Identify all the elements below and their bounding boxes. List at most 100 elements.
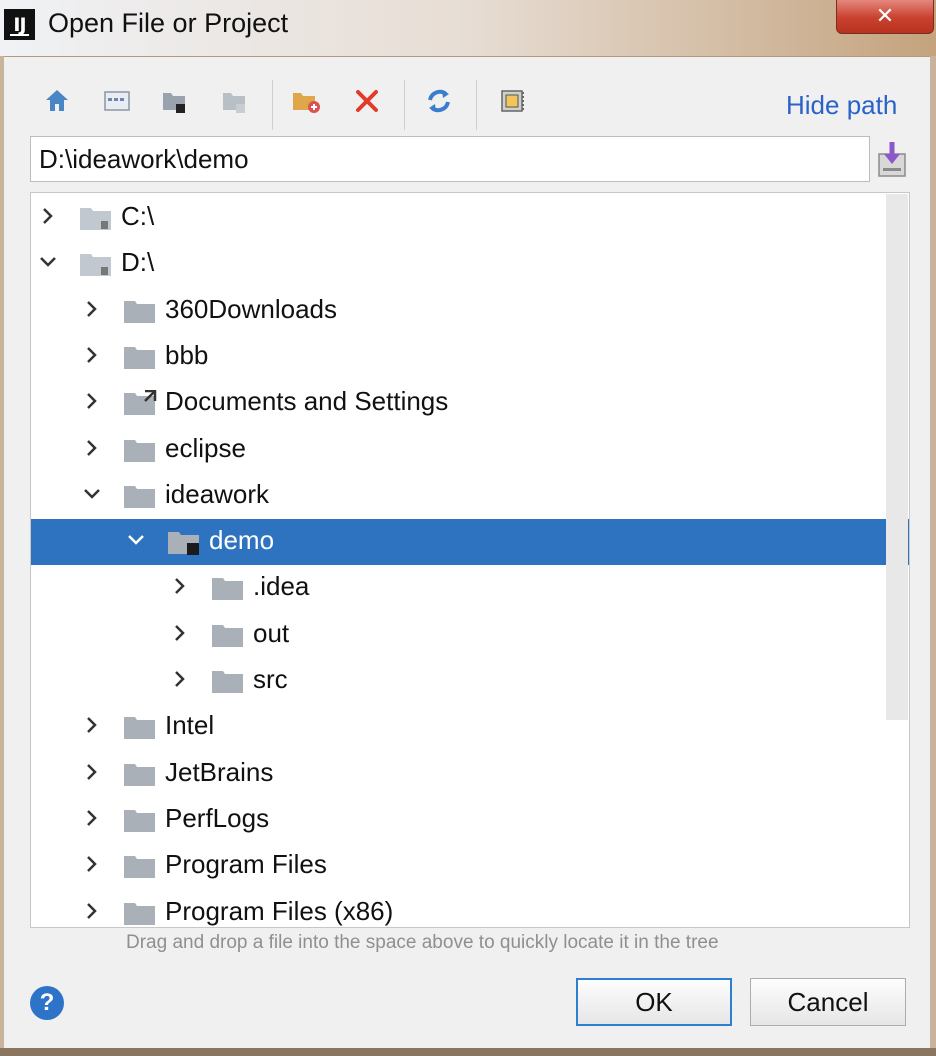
chevron-right-icon[interactable] (169, 622, 191, 644)
folder-icon (124, 903, 155, 925)
drag-drop-hint: Drag and drop a file into the space abov… (126, 932, 719, 953)
chevron-down-icon[interactable] (81, 483, 103, 505)
toolbar-separator (476, 80, 477, 130)
tree-row[interactable]: ideawork (31, 473, 909, 519)
tree-row[interactable]: Program Files (x86) (31, 890, 909, 927)
module-folder-button[interactable] (218, 84, 252, 118)
delete-icon (356, 90, 378, 112)
tree-row[interactable]: eclipse (31, 427, 909, 473)
window-frame-right (930, 56, 936, 1056)
window-frame-bottom (0, 1048, 936, 1056)
show-hidden-icon (501, 90, 524, 112)
folder-icon (212, 671, 243, 693)
desktop-button[interactable] (100, 84, 134, 118)
chevron-down-icon[interactable] (37, 251, 59, 273)
tree-item-label: Program Files (x86) (165, 896, 394, 926)
tree-row[interactable]: D:\ (31, 241, 909, 287)
title-bar: IJ Open File or Project ✕ (0, 0, 936, 57)
tree-row[interactable]: out (31, 612, 909, 658)
tree-row[interactable]: src (31, 658, 909, 704)
module-folder-icon (223, 93, 245, 113)
tree-item-label: C:\ (121, 201, 155, 231)
tree-row[interactable]: C:\ (31, 195, 909, 241)
chevron-right-icon[interactable] (37, 205, 59, 227)
tree-item-label: out (253, 618, 290, 648)
chevron-right-icon[interactable] (81, 900, 103, 922)
folder-icon (212, 578, 243, 600)
folder-icon (124, 486, 155, 508)
toolbar-separator (272, 80, 273, 130)
folder-icon (124, 764, 155, 786)
chevron-right-icon[interactable] (169, 668, 191, 690)
tree-item-label: Program Files (165, 849, 327, 879)
tree-row[interactable]: Intel (31, 704, 909, 750)
chevron-down-icon[interactable] (125, 529, 147, 551)
tree-item-label: Documents and Settings (165, 386, 449, 416)
project-folder-icon (163, 93, 185, 113)
tree-row[interactable]: PerfLogs (31, 797, 909, 843)
file-tree[interactable]: C:\ D:\ 360Downloads bbb Documents and Setti… (30, 192, 910, 928)
tree-item-label: src (253, 664, 288, 694)
tree-item-label: 360Downloads (165, 294, 338, 324)
tree-item-label: .idea (253, 571, 310, 601)
cancel-button[interactable]: Cancel (750, 978, 906, 1026)
new-folder-button[interactable] (290, 84, 324, 118)
folder-icon (124, 347, 155, 369)
tree-row[interactable]: demo (31, 519, 909, 565)
tree-item-label: eclipse (165, 433, 246, 463)
folder-icon (124, 301, 155, 323)
tree-row[interactable]: JetBrains (31, 751, 909, 797)
chevron-right-icon[interactable] (81, 807, 103, 829)
drive-icon (80, 254, 111, 276)
desktop-icon (104, 91, 130, 111)
chevron-right-icon[interactable] (169, 575, 191, 597)
folder-link-icon (124, 390, 157, 415)
folder-icon (124, 440, 155, 462)
chevron-right-icon[interactable] (81, 853, 103, 875)
home-icon (46, 90, 68, 111)
folder-icon (212, 625, 243, 647)
tree-item-label: bbb (165, 340, 209, 370)
hide-path-link[interactable]: Hide path (786, 90, 897, 121)
path-input[interactable] (30, 136, 870, 182)
intellij-logo-icon: IJ (4, 9, 35, 40)
folder-icon (124, 717, 155, 739)
drive-icon (80, 208, 111, 230)
delete-button[interactable] (350, 84, 384, 118)
chevron-right-icon[interactable] (81, 761, 103, 783)
chevron-right-icon[interactable] (81, 714, 103, 736)
ok-button[interactable]: OK (576, 978, 732, 1026)
project-folder-icon (168, 532, 199, 555)
chevron-right-icon[interactable] (81, 437, 103, 459)
download-icon[interactable] (876, 140, 908, 178)
toolbar (40, 80, 540, 132)
tree-row[interactable]: .idea (31, 565, 909, 611)
close-button[interactable]: ✕ (836, 0, 934, 34)
show-hidden-button[interactable] (496, 84, 530, 118)
folder-icon (124, 856, 155, 878)
tree-item-label: D:\ (121, 247, 155, 277)
help-button[interactable]: ? (30, 986, 64, 1020)
project-folder-button[interactable] (158, 84, 192, 118)
tree-row[interactable]: 360Downloads (31, 288, 909, 334)
chevron-right-icon[interactable] (81, 344, 103, 366)
tree-item-label: demo (209, 525, 275, 555)
chevron-right-icon[interactable] (81, 390, 103, 412)
tree-item-label: PerfLogs (165, 803, 270, 833)
tree-row[interactable]: bbb (31, 334, 909, 380)
tree-row[interactable]: Program Files (31, 843, 909, 889)
folder-icon (124, 810, 155, 832)
chevron-right-icon[interactable] (81, 298, 103, 320)
tree-row[interactable]: Documents and Settings (31, 380, 909, 426)
refresh-button[interactable] (422, 84, 456, 118)
tree-item-label: JetBrains (165, 757, 274, 787)
toolbar-separator (404, 80, 405, 130)
home-button[interactable] (40, 84, 74, 118)
new-folder-icon (293, 93, 320, 113)
scrollbar-thumb[interactable] (886, 194, 908, 720)
refresh-icon (428, 89, 450, 113)
window-title: Open File or Project (48, 8, 289, 38)
tree-item-label: ideawork (165, 479, 270, 509)
window-frame-left (0, 56, 4, 1056)
tree-item-label: Intel (165, 710, 215, 740)
